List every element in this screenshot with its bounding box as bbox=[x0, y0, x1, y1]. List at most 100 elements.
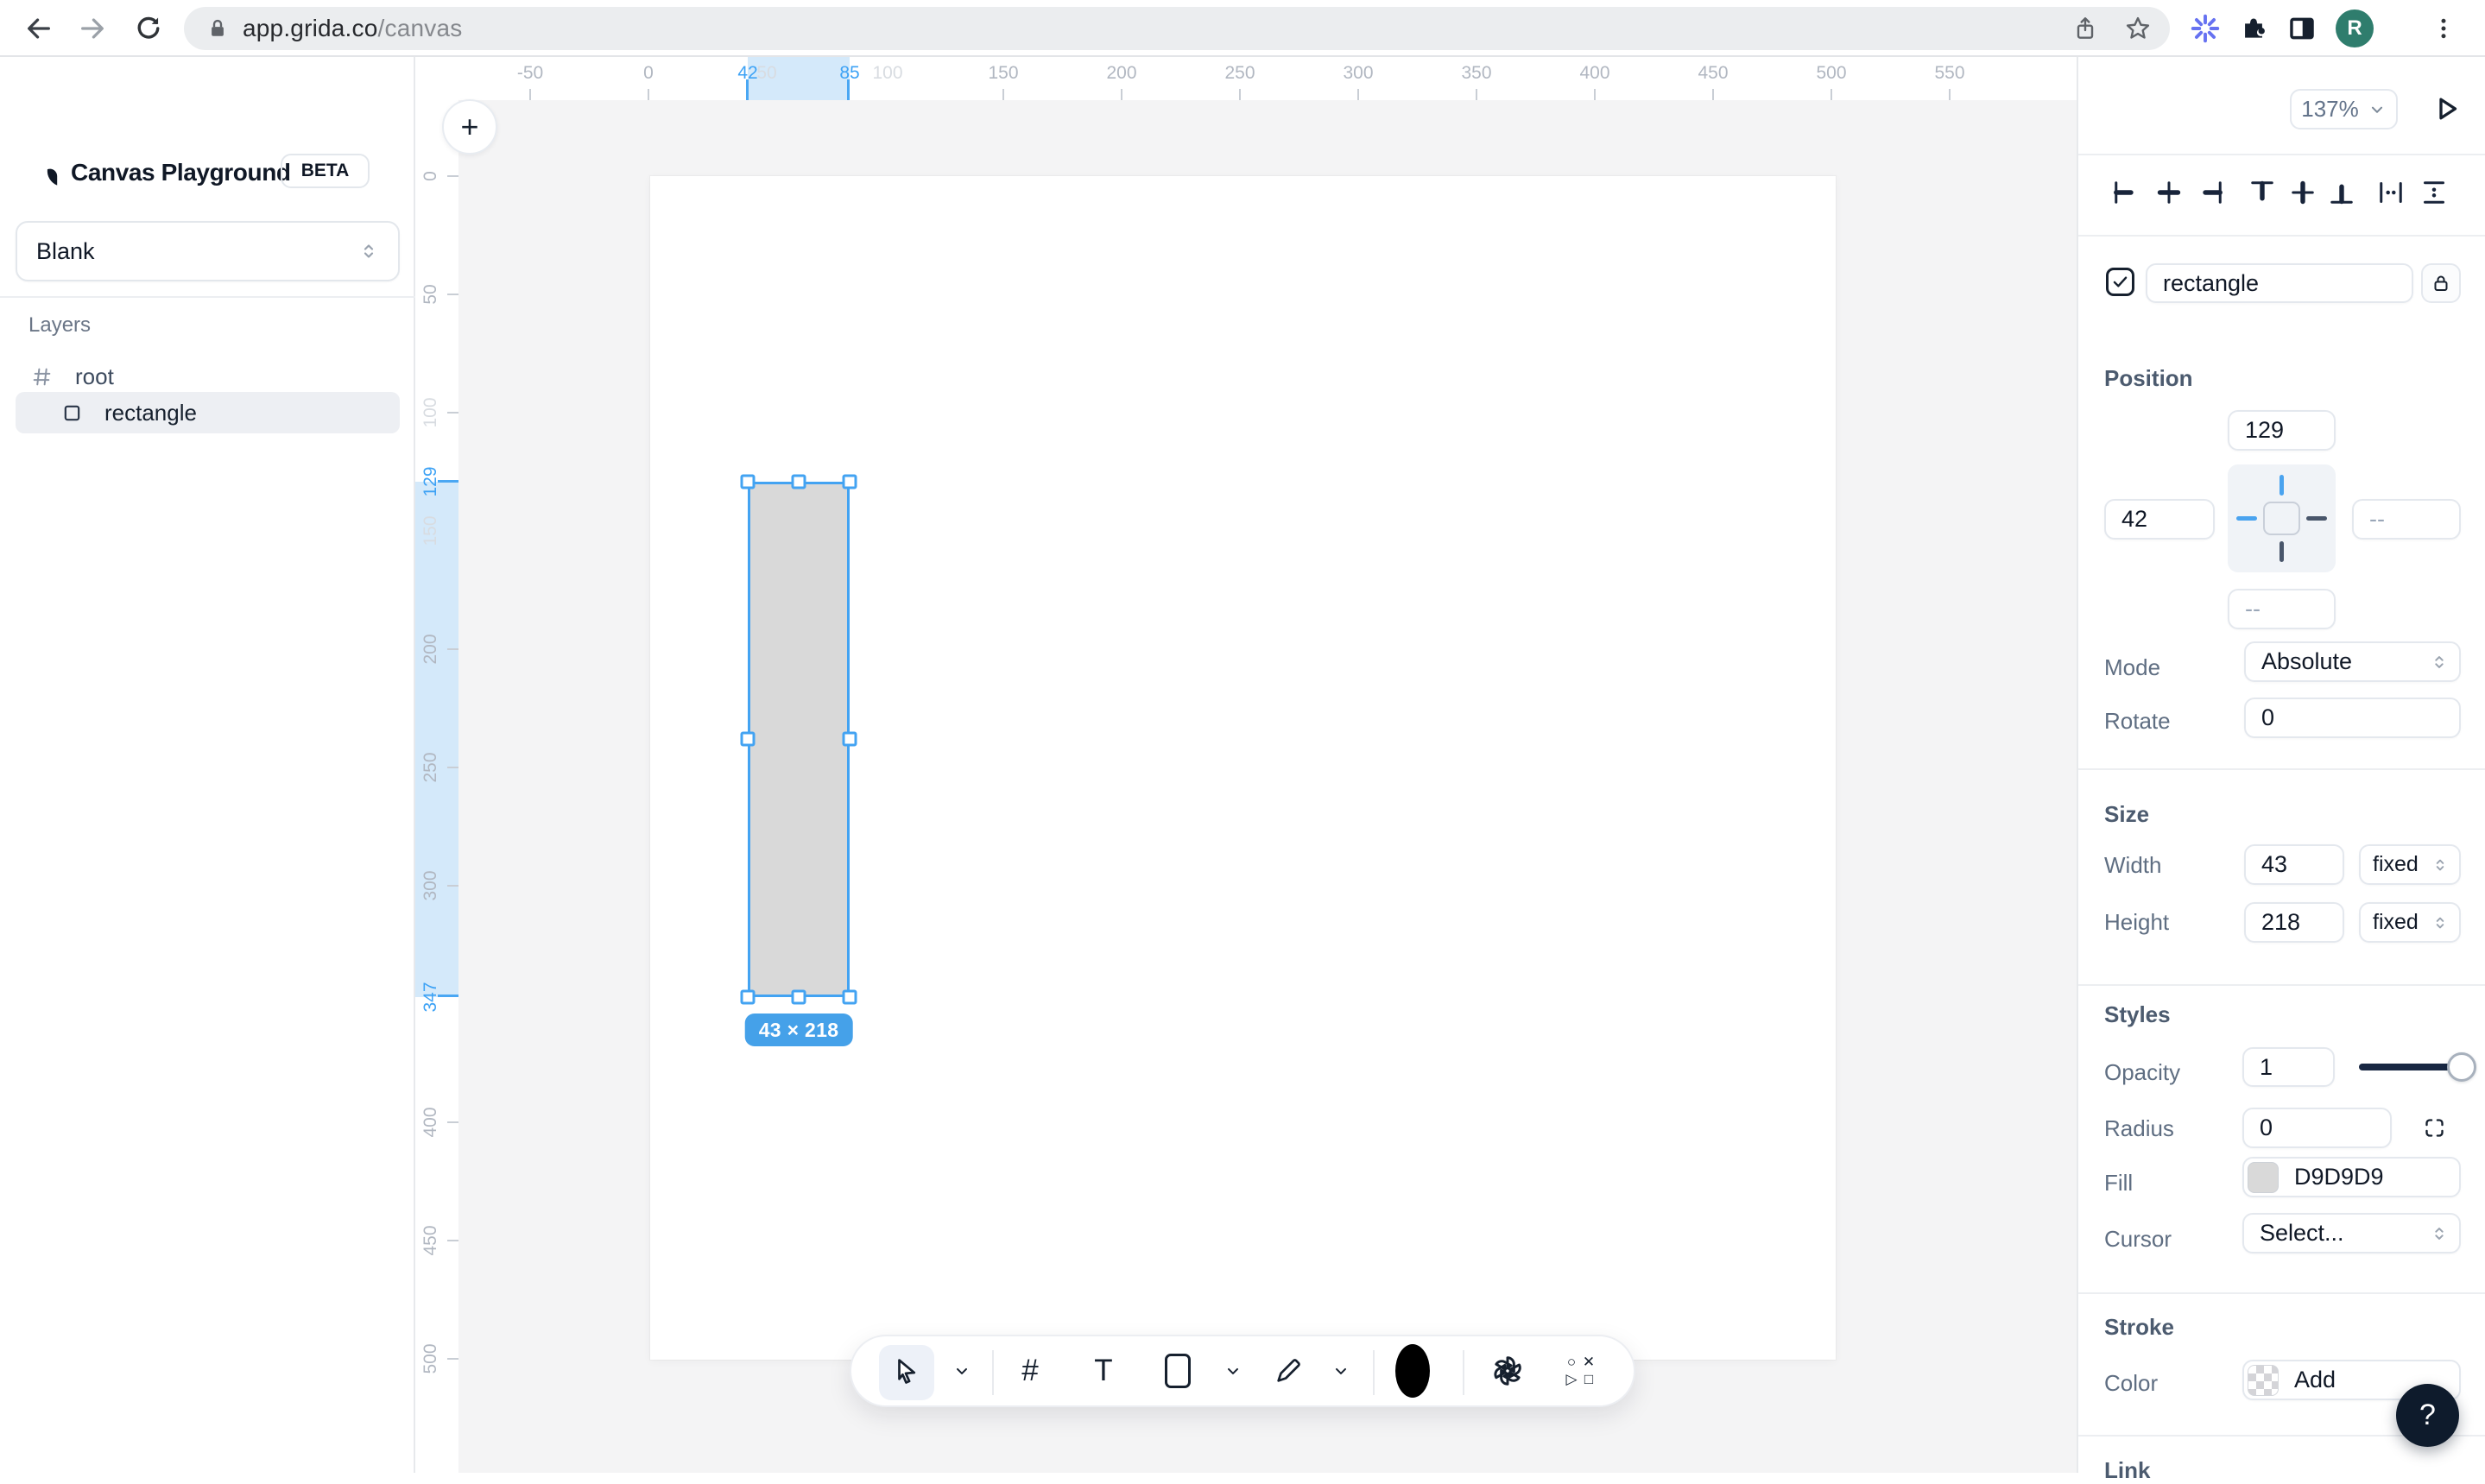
position-left-input[interactable]: 42 bbox=[2104, 499, 2215, 540]
position-anchor-widget[interactable] bbox=[2228, 464, 2336, 572]
ruler-label: -50 bbox=[517, 63, 543, 84]
cursor-tool-button[interactable] bbox=[892, 1356, 921, 1386]
extensions-button[interactable] bbox=[2228, 0, 2279, 57]
plus-icon: + bbox=[460, 109, 478, 145]
distribute-horizontal-button[interactable] bbox=[2374, 175, 2408, 210]
template-select[interactable]: Blank bbox=[16, 221, 400, 281]
resize-handle-w[interactable] bbox=[741, 732, 756, 747]
color-swatch-button[interactable] bbox=[1395, 1344, 1430, 1398]
stroke-add-label: Add bbox=[2294, 1367, 2336, 1393]
ruler-label-selection-start: 129 bbox=[420, 466, 441, 496]
lock-node-button[interactable] bbox=[2421, 263, 2461, 303]
text-tool-icon: T bbox=[1094, 1354, 1112, 1388]
browser-toolbar: app.grida.co/canvas R bbox=[0, 0, 2485, 57]
selected-rectangle-node[interactable] bbox=[748, 482, 850, 997]
opacity-slider[interactable] bbox=[2359, 1064, 2463, 1070]
height-input[interactable]: 218 bbox=[2244, 902, 2344, 943]
chevron-down-icon bbox=[953, 1362, 971, 1380]
mode-select[interactable]: Absolute bbox=[2244, 641, 2461, 682]
height-mode-select[interactable]: fixed bbox=[2359, 902, 2461, 943]
rectangle-layer-icon bbox=[62, 403, 82, 423]
canvas-viewport[interactable]: -50 0 42 50 85 100 150 200 250 300 350 4… bbox=[415, 57, 2077, 1473]
side-panel-button[interactable] bbox=[2276, 0, 2328, 57]
shape-tool-menu-button[interactable] bbox=[1224, 1362, 1242, 1380]
width-input[interactable]: 43 bbox=[2244, 844, 2344, 885]
position-right-input[interactable]: -- bbox=[2352, 499, 2461, 540]
lock-icon bbox=[2431, 273, 2451, 294]
position-bottom-input[interactable]: -- bbox=[2228, 589, 2336, 629]
align-right-button[interactable] bbox=[2193, 175, 2228, 210]
position-top-input[interactable]: 129 bbox=[2228, 410, 2336, 451]
rotate-input[interactable]: 0 bbox=[2244, 698, 2461, 738]
sidebar-item-rectangle-layer[interactable]: rectangle bbox=[16, 392, 400, 433]
opacity-slider-knob[interactable] bbox=[2447, 1052, 2476, 1082]
node-name-input[interactable]: rectangle bbox=[2146, 263, 2413, 303]
sidebar-item-root-layer[interactable]: root bbox=[16, 356, 400, 397]
extension-sunburst-button[interactable] bbox=[2179, 0, 2231, 57]
radius-label: Radius bbox=[2104, 1115, 2174, 1142]
rectangle-tool-button[interactable] bbox=[1165, 1354, 1191, 1388]
align-bottom-button[interactable] bbox=[2324, 175, 2359, 210]
back-button[interactable] bbox=[13, 0, 65, 57]
corner-brackets-icon bbox=[2423, 1116, 2446, 1140]
opacity-input[interactable]: 1 bbox=[2242, 1047, 2335, 1087]
node-active-checkbox[interactable] bbox=[2106, 268, 2134, 296]
resize-handle-s[interactable] bbox=[792, 990, 806, 1005]
address-bar[interactable]: app.grida.co/canvas bbox=[184, 7, 2170, 50]
cursor-select[interactable]: Select... bbox=[2242, 1213, 2461, 1254]
panel-divider bbox=[2078, 154, 2485, 155]
help-button[interactable]: ? bbox=[2396, 1384, 2459, 1447]
text-tool-button[interactable]: T bbox=[1094, 1354, 1112, 1388]
anchor-left-tick[interactable] bbox=[2236, 516, 2257, 521]
chevron-updown-icon bbox=[358, 241, 379, 262]
radius-input[interactable]: 0 bbox=[2242, 1108, 2392, 1148]
anchor-right-tick[interactable] bbox=[2306, 516, 2327, 521]
resize-handle-ne[interactable] bbox=[843, 475, 857, 489]
play-button[interactable] bbox=[2431, 93, 2462, 124]
anchor-center-box[interactable] bbox=[2263, 502, 2300, 535]
ruler-label: 400 bbox=[1579, 63, 1609, 84]
corner-radius-detail-button[interactable] bbox=[2423, 1116, 2446, 1140]
align-top-button[interactable] bbox=[2245, 175, 2279, 210]
anchor-top-tick[interactable] bbox=[2279, 475, 2284, 496]
pencil-tool-button[interactable] bbox=[1274, 1356, 1303, 1386]
align-left-button[interactable] bbox=[2109, 175, 2143, 210]
forward-arrow-icon bbox=[78, 14, 107, 43]
avatar[interactable]: R bbox=[2336, 9, 2374, 47]
resize-handle-nw[interactable] bbox=[741, 475, 756, 489]
fill-color-swatch[interactable] bbox=[2248, 1162, 2279, 1193]
fill-color-field[interactable]: D9D9D9 bbox=[2242, 1157, 2461, 1197]
transparent-checker-swatch[interactable] bbox=[2248, 1365, 2279, 1396]
bookmark-star-icon[interactable] bbox=[2123, 14, 2153, 43]
width-mode-select[interactable]: fixed bbox=[2359, 844, 2461, 885]
resize-handle-se[interactable] bbox=[843, 990, 857, 1005]
playground-games-button[interactable]: ○ ✕ ▷ □ bbox=[1563, 1354, 1597, 1388]
browser-menu-button[interactable] bbox=[2418, 0, 2469, 57]
resize-handle-n[interactable] bbox=[792, 475, 806, 489]
chevron-down-icon bbox=[2368, 100, 2387, 119]
resize-handle-sw[interactable] bbox=[741, 990, 756, 1005]
beta-badge: BETA bbox=[281, 154, 370, 188]
zoom-level-select[interactable]: 137% bbox=[2290, 89, 2398, 129]
reload-button[interactable] bbox=[123, 0, 174, 57]
align-horizontal-center-button[interactable] bbox=[2152, 175, 2186, 210]
kebab-menu-icon bbox=[2431, 16, 2457, 41]
frame-tool-button[interactable]: # bbox=[1021, 1354, 1038, 1388]
lock-icon bbox=[205, 16, 231, 41]
cursor-icon bbox=[892, 1356, 921, 1386]
position-top-value: 129 bbox=[2245, 417, 2284, 444]
properties-panel: 137% rectangle Position 129 42 bbox=[2077, 57, 2485, 1473]
resize-handle-e[interactable] bbox=[843, 732, 857, 747]
draw-tool-menu-button[interactable] bbox=[1332, 1362, 1350, 1380]
anchor-bottom-tick[interactable] bbox=[2279, 541, 2284, 562]
distribute-vertical-button[interactable] bbox=[2417, 175, 2451, 210]
chevron-updown-icon bbox=[2431, 856, 2449, 874]
avatar-initial: R bbox=[2347, 16, 2362, 41]
ruler-label: 150 bbox=[420, 515, 441, 546]
add-scene-button[interactable]: + bbox=[442, 99, 497, 155]
share-icon[interactable] bbox=[2071, 15, 2099, 42]
cursor-tool-menu-button[interactable] bbox=[953, 1362, 971, 1380]
ai-assistant-button[interactable] bbox=[1489, 1353, 1526, 1389]
align-vertical-center-button[interactable] bbox=[2286, 175, 2320, 210]
forward-button[interactable] bbox=[66, 0, 118, 57]
